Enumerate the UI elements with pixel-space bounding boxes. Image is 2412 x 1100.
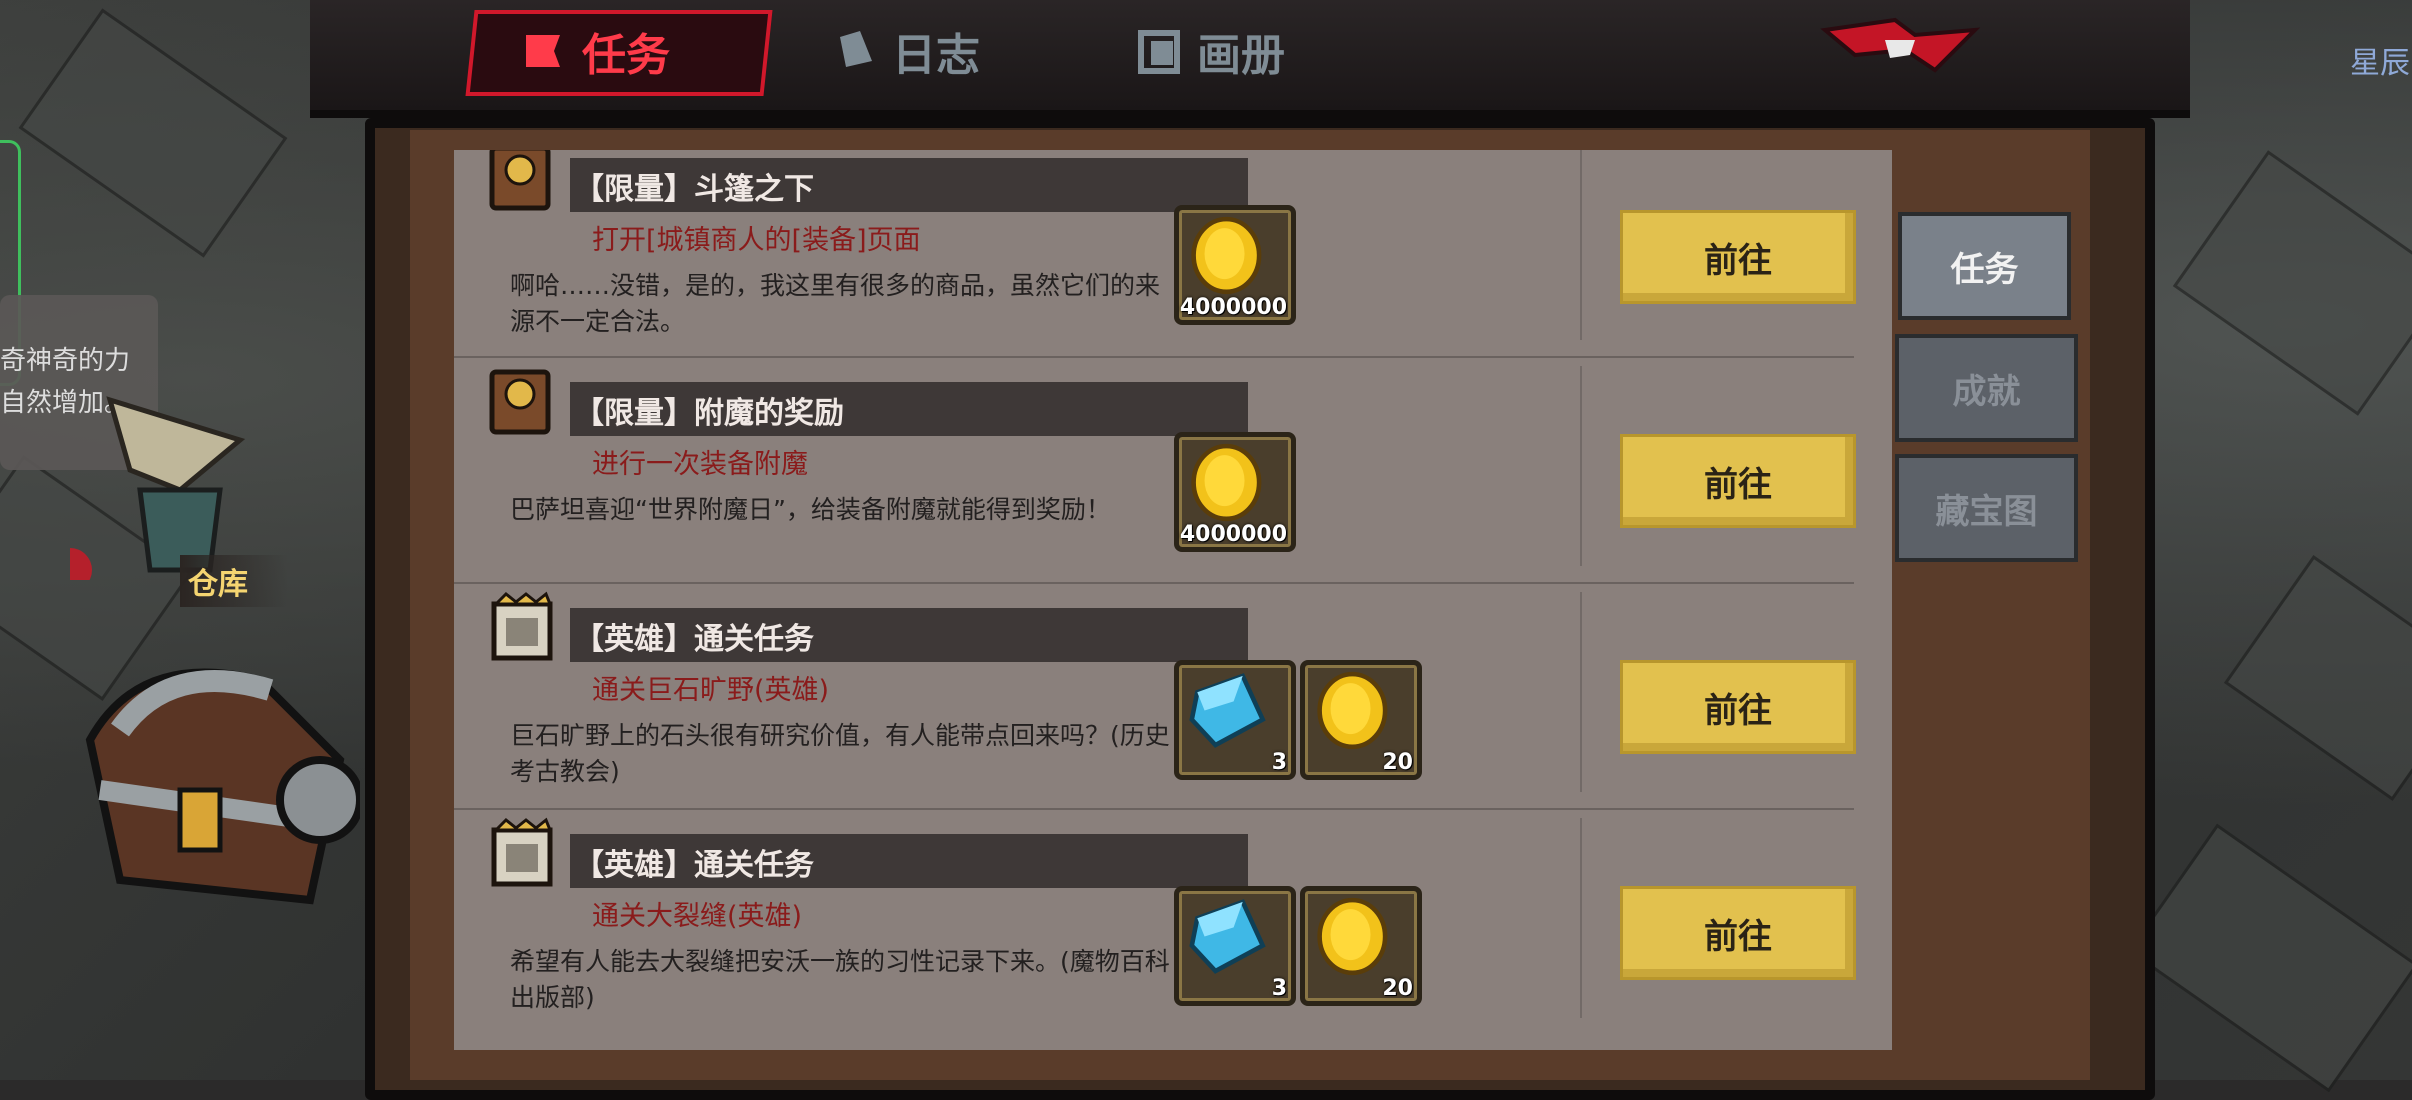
side-tab-achievements[interactable]: 成就 — [1895, 334, 2078, 442]
reward-amount: 4000000 — [1179, 295, 1287, 320]
right-edge-label: 星辰 — [2350, 46, 2410, 81]
blue-crystal-icon — [1189, 899, 1266, 974]
reward-amount: 20 — [1382, 976, 1413, 1001]
quest-title: 【限量】附魔的奖励 — [574, 396, 844, 431]
quest-objective: 通关大裂缝(英雄) — [592, 901, 803, 932]
goto-button[interactable]: 前往 — [1620, 886, 1856, 980]
reward-slot[interactable]: 3 — [1174, 886, 1296, 1006]
goto-button[interactable]: 前往 — [1620, 210, 1856, 304]
quest-book-icon — [489, 369, 551, 435]
floor-tile — [18, 8, 288, 258]
tab-label: 任务 — [582, 30, 670, 81]
hero-scroll-icon — [491, 817, 553, 887]
hero-scroll-icon — [491, 591, 553, 661]
npc-character-icon[interactable] — [70, 380, 250, 580]
reward-slot[interactable]: 4000000 — [1174, 432, 1296, 552]
tab-label: 画册 — [1197, 30, 1285, 81]
quest-description: 巨石旷野上的石头很有研究价值，有人能带点回来吗？(历史考古教会) — [510, 721, 1170, 786]
quest-row: 【英雄】通关任务 通关大裂缝(英雄) 0/1 希望有人能去大裂缝把安沃一族的习性… — [454, 808, 1856, 1034]
row-divider — [1580, 818, 1582, 1018]
quest-objective: 打开[城镇商人的[装备]页面 — [592, 225, 921, 256]
reward-slot[interactable]: 3 — [1174, 660, 1296, 780]
quest-description: 希望有人能去大裂缝把安沃一族的习性记录下来。(魔物百科出版部) — [510, 947, 1170, 1012]
storage-chest-icon[interactable] — [60, 620, 360, 920]
blue-crystal-icon — [1189, 673, 1266, 748]
reward-amount: 3 — [1271, 976, 1287, 1001]
row-divider — [1580, 592, 1582, 792]
quest-objective: 进行一次装备附魔 — [592, 449, 808, 480]
quest-book-icon — [489, 150, 551, 211]
tab-log[interactable]: 日志 — [830, 16, 980, 86]
reward-amount: 3 — [1271, 750, 1287, 775]
storage-label[interactable]: 仓库 — [180, 555, 288, 607]
floor-tile — [2223, 555, 2412, 801]
quest-description: 巴萨坦喜迎“世界附魔日”，给装备附魔就能得到奖励！ — [510, 495, 1111, 524]
goto-button[interactable]: 前往 — [1620, 434, 1856, 528]
quest-list[interactable]: 【限量】斗篷之下 打开[城镇商人的[装备]页面 0/1 啊哈……没错，是的，我这… — [454, 150, 1892, 1050]
reward-amount: 4000000 — [1179, 522, 1287, 547]
floor-tile — [2127, 823, 2412, 1093]
quest-flag-icon — [526, 35, 560, 67]
tab-quests[interactable]: 任务 — [520, 16, 670, 86]
reward-slot[interactable]: 20 — [1300, 660, 1422, 780]
quest-row: 【英雄】通关任务 通关巨石旷野(英雄) 0/1 巨石旷野上的石头很有研究价值，有… — [454, 582, 1856, 810]
reward-amount: 20 — [1382, 750, 1413, 775]
reward-slot[interactable]: 4000000 — [1174, 205, 1296, 325]
floor-tile — [2172, 150, 2412, 416]
quest-title: 【英雄】通关任务 — [574, 848, 814, 883]
row-divider — [1580, 150, 1582, 340]
row-divider — [1580, 366, 1582, 566]
tab-label: 日志 — [892, 30, 980, 81]
quest-description: 啊哈……没错，是的，我这里有很多的商品，虽然它们的来源不一定合法。 — [510, 271, 1161, 336]
side-tab-treasure-map[interactable]: 藏宝图 — [1895, 454, 2078, 562]
tab-album[interactable]: 画册 — [1135, 16, 1285, 86]
bell-icon — [840, 31, 872, 67]
quest-row: 【限量】附魔的奖励 进行一次装备附魔 0/1 巴萨坦喜迎“世界附魔日”，给装备附… — [454, 356, 1856, 584]
info-line-1: 奇神奇的力 — [0, 346, 131, 376]
goto-button[interactable]: 前往 — [1620, 660, 1856, 754]
reward-slot[interactable]: 20 — [1300, 886, 1422, 1006]
side-tab-quests[interactable]: 任务 — [1898, 212, 2071, 320]
quest-objective: 通关巨石旷野(英雄) — [592, 675, 830, 706]
back-arrow-icon[interactable] — [1815, 10, 1985, 80]
quest-title: 【英雄】通关任务 — [574, 622, 814, 657]
quest-title: 【限量】斗篷之下 — [574, 172, 814, 207]
album-icon — [1138, 30, 1180, 74]
quest-row: 【限量】斗篷之下 打开[城镇商人的[装备]页面 0/1 啊哈……没错，是的，我这… — [454, 150, 1856, 358]
